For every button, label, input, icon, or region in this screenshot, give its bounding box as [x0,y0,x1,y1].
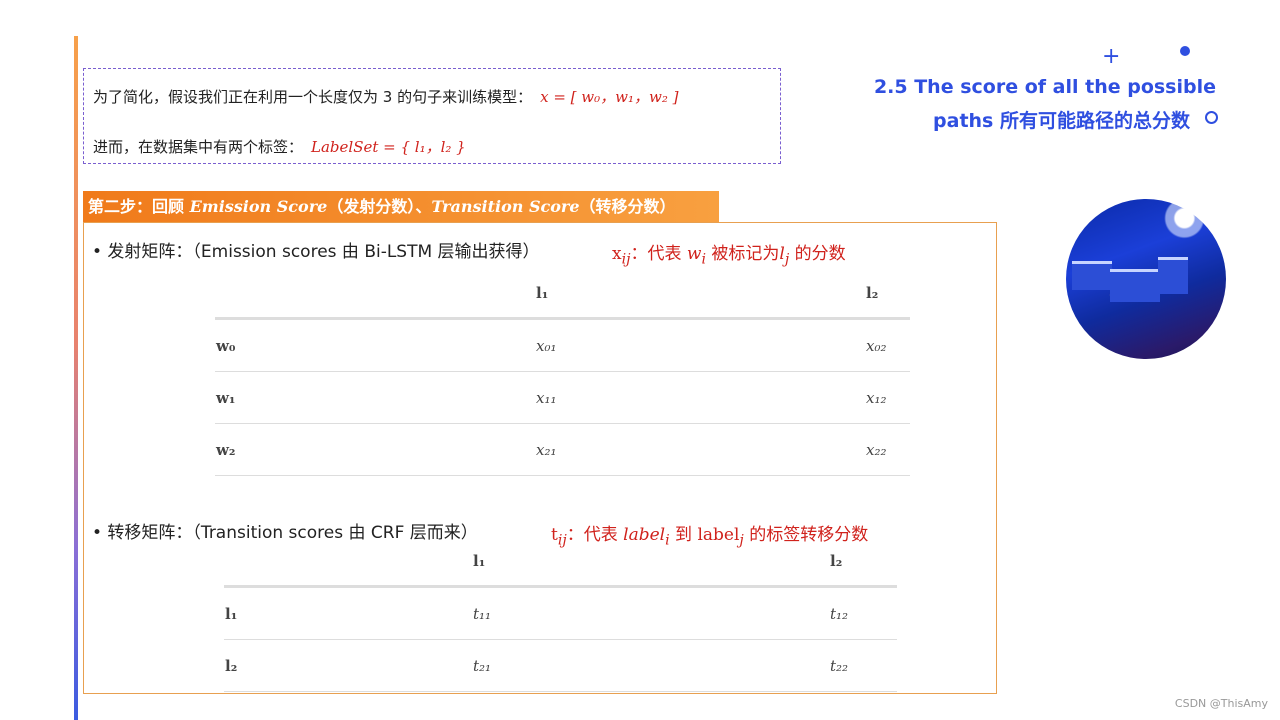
intro-line-1: 为了简化，假设我们正在利用一个长度仅为 3 的句子来训练模型： x = [ w₀，… [93,86,678,107]
dot-decoration-icon [1180,46,1190,56]
emission-table: l₁ l₂ w₀ x₀₁ x₀₂ w₁ x₁₁ x₁₂ w₂ x₂₁ x₂₂ [215,269,910,476]
table-row: w₂ x₂₁ x₂₂ [215,423,910,476]
slide-title-line1: 2.5 The score of all the possible [873,76,1216,98]
emission-note-rest: ：代表 [630,244,687,264]
transition-header-corner [224,537,472,588]
emission-note-x: x [612,244,622,264]
emission-row-header: w₂ [215,423,535,476]
footer-watermark: CSDN @ThisAmy [1174,697,1268,710]
emission-cell: x₀₁ [535,318,865,372]
transition-table: l₁ l₂ l₁ t₁₁ t₁₂ l₂ t₂₁ t₂₂ [224,537,897,692]
step-banner-prefix: 第二步：回顾 [88,197,190,216]
intro-line-2: 进而，在数据集中有两个标签： LabelSet = { l₁，l₂ } [93,136,466,157]
emission-cell: x₂₂ [865,423,910,476]
emission-cell: x₀₂ [865,318,910,372]
emission-header-l2: l₂ [865,269,910,320]
slide-title: 2.5 The score of all the possible paths … [874,70,1216,138]
transition-cell: t₁₁ [472,586,829,640]
emission-note-mid: 被标记为 [706,244,780,264]
step-banner-suffix: （转移分数） [579,197,676,216]
intro-line-2-math: LabelSet = { l₁，l₂ } [311,138,466,156]
transition-row-header: l₂ [224,639,472,692]
intro-line-2-text: 进而，在数据集中有两个标签： [93,138,304,156]
transition-header-l2: l₂ [829,537,897,588]
intro-line-1-text: 为了简化，假设我们正在利用一个长度仅为 3 的句子来训练模型： [93,88,533,106]
house-shape [1158,257,1188,294]
emission-cell: x₁₂ [865,371,910,424]
house-shape [1072,261,1112,290]
emission-bullet: • 发射矩阵：（Emission scores 由 Bi-LSTM 层输出获得） [92,242,540,262]
step-banner-emission: Emission Score [189,197,328,216]
emission-cell: x₂₁ [535,423,865,476]
left-accent-bar [74,36,78,720]
emission-cell: x₁₁ [535,371,865,424]
table-row: l₂ t₂₁ t₂₂ [224,639,897,692]
step-banner-transition: Transition Score [431,197,580,216]
transition-header-l1: l₁ [472,537,829,588]
transition-cell: t₂₂ [829,639,897,692]
slide-title-line2: paths 所有可能路径的总分数 [933,110,1190,132]
transition-row-header: l₁ [224,586,472,640]
table-row: l₁ t₁₁ t₁₂ [224,586,897,640]
transition-cell: t₁₂ [829,586,897,640]
night-scene-image [1066,199,1226,359]
intro-line-1-math: x = [ w₀，w₁，w₂ ] [540,88,679,106]
emission-header-corner [215,269,535,320]
intro-box: 为了简化，假设我们正在利用一个长度仅为 3 的句子来训练模型： x = [ w₀，… [83,68,781,164]
emission-row-header: w₁ [215,371,535,424]
step-banner-mid: （发射分数）、 [327,197,432,216]
emission-header-l1: l₁ [535,269,865,320]
emission-note-x-sub: ij [621,251,631,268]
emission-header-row: l₁ l₂ [215,269,910,320]
table-row: w₁ x₁₁ x₁₂ [215,371,910,424]
content-box: • 发射矩阵：（Emission scores 由 Bi-LSTM 层输出获得）… [83,222,997,694]
transition-header-row: l₁ l₂ [224,537,897,588]
transition-cell: t₂₁ [472,639,829,692]
emission-note-end: 的分数 [789,244,846,264]
plus-decoration-icon: + [1102,44,1121,69]
table-row: w₀ x₀₁ x₀₂ [215,318,910,372]
emission-note: xij：代表 wi 被标记为lj 的分数 [612,239,846,267]
step-banner: 第二步：回顾 Emission Score（发射分数）、Transition S… [83,191,719,222]
emission-row-header: w₀ [215,318,535,372]
house-shape [1110,269,1160,302]
emission-note-w: w [686,244,702,264]
